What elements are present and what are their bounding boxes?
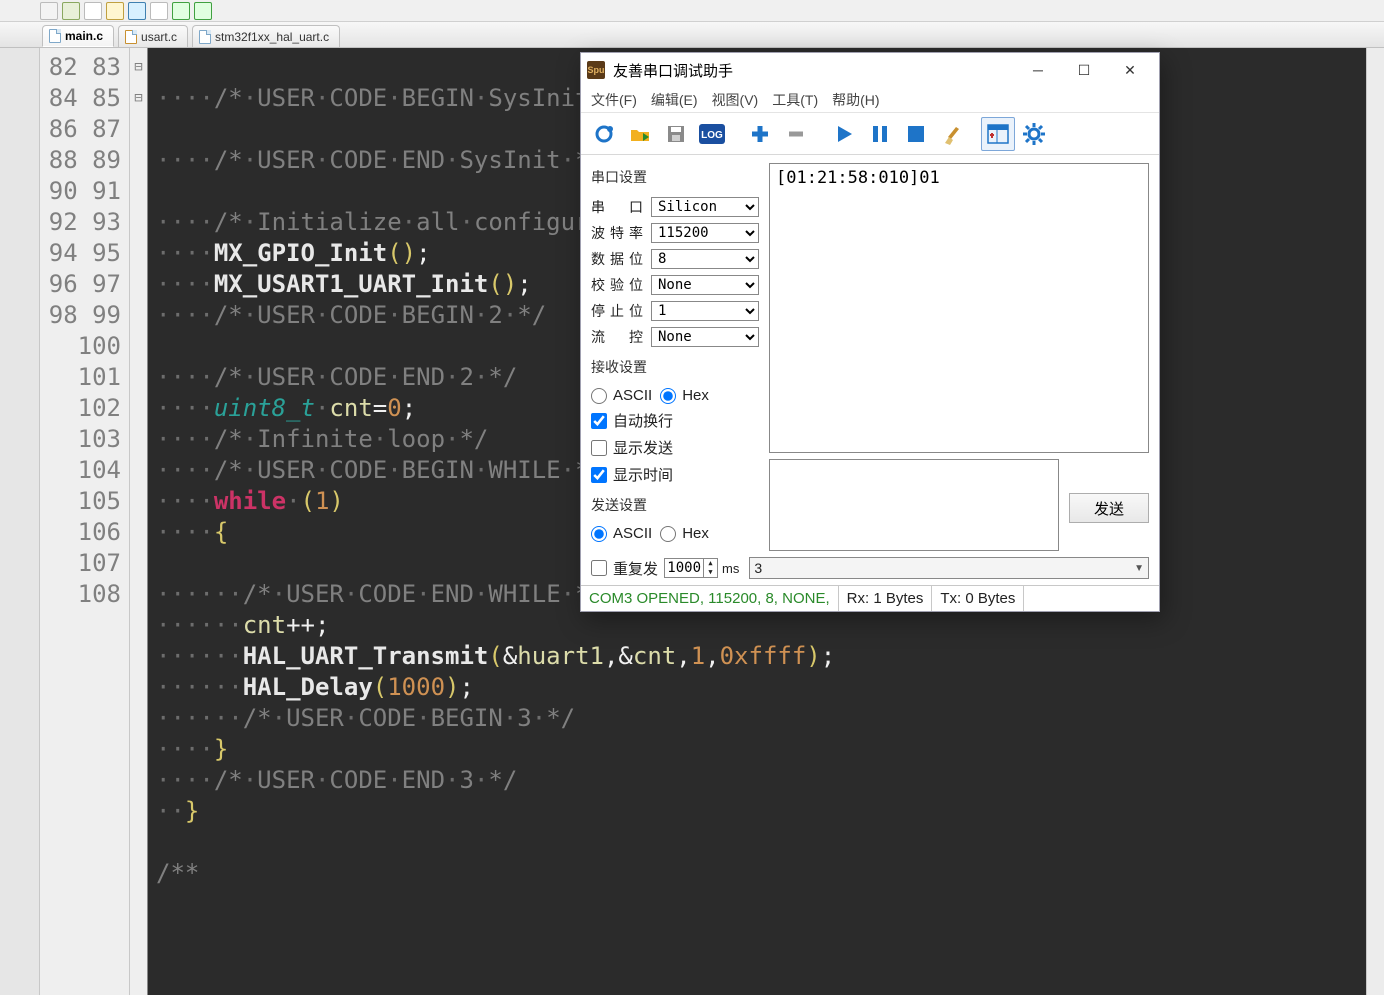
show-time-checkbox[interactable] bbox=[591, 467, 607, 483]
recv-hex-label: Hex bbox=[682, 387, 709, 404]
history-combo[interactable]: 3 ▼ bbox=[749, 557, 1149, 579]
port-label: 串 口 bbox=[591, 197, 643, 217]
open-folder-icon[interactable] bbox=[623, 117, 657, 151]
recv-settings-title: 接收设置 bbox=[591, 357, 759, 377]
stop-select[interactable]: 1 bbox=[651, 301, 759, 321]
toolbar-icon[interactable] bbox=[62, 2, 80, 20]
send-ascii-label: ASCII bbox=[613, 525, 652, 542]
window-title: 友善串口调试助手 bbox=[613, 60, 1015, 81]
flow-select[interactable]: None bbox=[651, 327, 759, 347]
app-icon: Spu bbox=[587, 61, 605, 79]
file-icon bbox=[49, 29, 61, 43]
port-select[interactable]: Silicon bbox=[651, 197, 759, 217]
history-value: 3 bbox=[754, 560, 762, 576]
recv-hex-radio[interactable] bbox=[660, 388, 676, 404]
interval-spinner[interactable]: ▲▼ bbox=[664, 558, 718, 578]
pause-icon[interactable] bbox=[863, 117, 897, 151]
parity-select[interactable]: None bbox=[651, 275, 759, 295]
recv-ascii-label: ASCII bbox=[613, 387, 652, 404]
plus-icon[interactable] bbox=[743, 117, 777, 151]
toolbar-icon[interactable] bbox=[106, 2, 124, 20]
clear-icon[interactable] bbox=[935, 117, 969, 151]
serial-tool-window: Spu 友善串口调试助手 ─ ☐ ✕ 文件(F) 编辑(E) 视图(V) 工具(T) 帮… bbox=[580, 52, 1160, 612]
tab-label: main.c bbox=[65, 29, 103, 43]
play-icon[interactable] bbox=[827, 117, 861, 151]
wrap-label: 自动换行 bbox=[613, 410, 673, 431]
editor-tabs: main.c usart.c stm32f1xx_hal_uart.c bbox=[0, 22, 1384, 48]
bookmark-margin[interactable] bbox=[0, 48, 40, 995]
show-time-label: 显示时间 bbox=[613, 464, 673, 485]
menu-item[interactable]: 视图(V) bbox=[712, 90, 759, 110]
menu-item[interactable]: 编辑(E) bbox=[651, 90, 698, 110]
file-tab[interactable]: usart.c bbox=[118, 25, 188, 47]
recv-ascii-radio[interactable] bbox=[591, 388, 607, 404]
send-button[interactable]: 发送 bbox=[1069, 493, 1149, 523]
titlebar[interactable]: Spu 友善串口调试助手 ─ ☐ ✕ bbox=[581, 53, 1159, 87]
tab-label: stm32f1xx_hal_uart.c bbox=[215, 30, 329, 44]
vertical-scrollbar[interactable] bbox=[1366, 48, 1384, 995]
menu-item[interactable]: 工具(T) bbox=[772, 90, 818, 110]
repeat-label: 重复发 bbox=[613, 558, 658, 579]
maximize-button[interactable]: ☐ bbox=[1061, 55, 1107, 85]
serial-settings-title: 串口设置 bbox=[591, 167, 759, 187]
menu-item[interactable]: 文件(F) bbox=[591, 90, 637, 110]
log-icon[interactable]: LOG bbox=[695, 117, 729, 151]
databits-label: 数据位 bbox=[591, 249, 643, 269]
status-bar: COM3 OPENED, 115200, 8, NONE, Rx: 1 Byte… bbox=[581, 585, 1159, 611]
stop-label: 停止位 bbox=[591, 301, 643, 321]
minus-icon[interactable] bbox=[779, 117, 813, 151]
toolbar-icon[interactable] bbox=[84, 2, 102, 20]
toolbar-icon[interactable] bbox=[194, 2, 212, 20]
svg-text:LOG: LOG bbox=[701, 130, 723, 141]
databits-select[interactable]: 8 bbox=[651, 249, 759, 269]
parity-label: 校验位 bbox=[591, 275, 643, 295]
menu-bar: 文件(F) 编辑(E) 视图(V) 工具(T) 帮助(H) bbox=[581, 87, 1159, 113]
send-settings-title: 发送设置 bbox=[591, 495, 759, 515]
send-hex-radio[interactable] bbox=[660, 526, 676, 542]
interval-input[interactable] bbox=[665, 560, 703, 576]
file-icon bbox=[199, 30, 211, 44]
file-tab[interactable]: stm32f1xx_hal_uart.c bbox=[192, 25, 340, 47]
toolbar-icon[interactable] bbox=[128, 2, 146, 20]
receive-textbox[interactable]: [01:21:58:010]01 bbox=[769, 163, 1149, 453]
interval-unit: ms bbox=[722, 561, 739, 576]
menu-item[interactable]: 帮助(H) bbox=[832, 90, 879, 110]
chevron-down-icon: ▼ bbox=[1134, 563, 1144, 574]
settings-icon[interactable] bbox=[1017, 117, 1051, 151]
fold-column[interactable]: ⊟ ⊟ bbox=[130, 48, 148, 995]
toolbar-icon[interactable] bbox=[40, 2, 58, 20]
send-hex-label: Hex bbox=[682, 525, 709, 542]
wrap-checkbox[interactable] bbox=[591, 413, 607, 429]
status-tx: Tx: 0 Bytes bbox=[932, 586, 1024, 611]
toolbar-icon[interactable] bbox=[150, 2, 168, 20]
file-icon bbox=[125, 30, 137, 44]
flow-label: 流 控 bbox=[591, 327, 643, 347]
show-send-checkbox[interactable] bbox=[591, 440, 607, 456]
baud-select[interactable]: 115200 bbox=[651, 223, 759, 243]
show-send-label: 显示发送 bbox=[613, 437, 673, 458]
refresh-icon[interactable] bbox=[587, 117, 621, 151]
save-icon[interactable] bbox=[659, 117, 693, 151]
close-button[interactable]: ✕ bbox=[1107, 55, 1153, 85]
minimize-button[interactable]: ─ bbox=[1015, 55, 1061, 85]
line-number-gutter[interactable]: 82 83 84 85 86 87 88 89 90 91 92 93 94 9… bbox=[40, 48, 130, 995]
receive-text: [01:21:58:010]01 bbox=[776, 168, 940, 188]
panel-toggle-icon[interactable] bbox=[981, 117, 1015, 151]
tab-label: usart.c bbox=[141, 30, 177, 44]
settings-panel: 串口设置 串 口 Silicon 波特率 115200 数据位 8 校验位 None 停… bbox=[591, 163, 759, 551]
status-rx: Rx: 1 Bytes bbox=[839, 586, 933, 611]
file-tab[interactable]: main.c bbox=[42, 25, 114, 47]
baud-label: 波特率 bbox=[591, 223, 643, 243]
send-textbox[interactable] bbox=[769, 459, 1059, 551]
status-port: COM3 OPENED, 115200, 8, NONE, bbox=[581, 586, 839, 611]
stop-icon[interactable] bbox=[899, 117, 933, 151]
repeat-checkbox[interactable] bbox=[591, 560, 607, 576]
toolbar-icon[interactable] bbox=[172, 2, 190, 20]
serial-toolbar: LOG bbox=[581, 113, 1159, 155]
send-ascii-radio[interactable] bbox=[591, 526, 607, 542]
editor-toolbar bbox=[0, 0, 1384, 22]
